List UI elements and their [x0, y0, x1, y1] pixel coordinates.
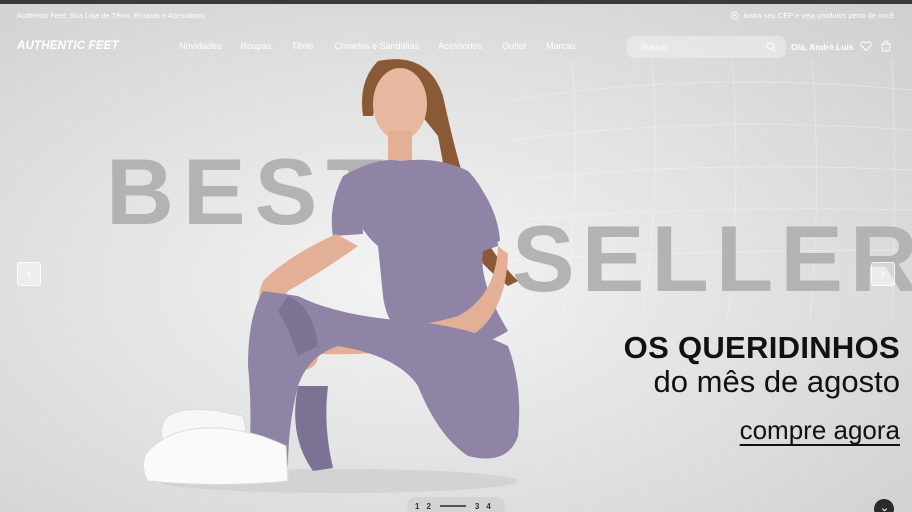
cep-text: Insira seu CEP e veja produtos perto de …: [743, 10, 894, 20]
shop-now-link[interactable]: compre agora: [740, 415, 900, 446]
main-nav: AUTHENTIC FEET Novidades Roupas Tênis Ch…: [0, 26, 912, 68]
nav-menu: Novidades Roupas Tênis Chinelos e Sandál…: [179, 41, 576, 51]
sellers-watermark: SELLERS: [512, 206, 912, 311]
location-pin-icon: [730, 10, 739, 20]
nav-item-outlet[interactable]: Outlet: [502, 41, 526, 51]
cep-link[interactable]: Insira seu CEP e veja produtos perto de …: [730, 11, 894, 20]
nav-item-chinelos[interactable]: Chinelos e Sandálias: [335, 41, 420, 51]
chevron-right-icon: [881, 270, 886, 278]
chevron-down-icon: [881, 507, 887, 512]
pager-active-bar: [439, 505, 466, 507]
user-greeting[interactable]: Olá, André Luis: [791, 42, 854, 52]
pager-dot-1[interactable]: 1: [415, 502, 419, 511]
heart-icon[interactable]: [860, 40, 872, 52]
nav-item-marcas[interactable]: Marcas: [546, 41, 576, 51]
prev-slide-button[interactable]: [17, 262, 41, 286]
pager-dot-3[interactable]: 3: [475, 502, 479, 511]
nav-item-acessorios[interactable]: Acessórios: [438, 41, 482, 51]
scroll-toggle-button[interactable]: [874, 499, 894, 512]
chevron-left-icon: [26, 270, 31, 278]
search-box: [627, 36, 786, 58]
announcement-bar: Authentic Feet: Sua Loja de Tênis, Roupa…: [0, 4, 912, 26]
search-input[interactable]: [641, 42, 766, 52]
hero-subline: do mês de agosto: [653, 364, 900, 399]
bag-icon[interactable]: 0: [880, 40, 892, 52]
slide-pager: 1 2 3 4: [407, 497, 505, 512]
site-logo[interactable]: AUTHENTIC FEET: [17, 40, 119, 52]
announcement-text: Authentic Feet: Sua Loja de Tênis, Roupa…: [17, 10, 205, 20]
model-photo: [142, 59, 520, 493]
svg-text:0: 0: [885, 46, 888, 51]
pager-dot-4[interactable]: 4: [486, 502, 490, 511]
pager-dot-2[interactable]: 2: [426, 502, 430, 511]
nav-item-tenis[interactable]: Tênis: [292, 41, 314, 51]
nav-item-novidades[interactable]: Novidades: [179, 41, 222, 51]
hero-banner[interactable]: BEST SELLERS OS QUERIDINHOS do mês de ag…: [0, 0, 912, 512]
hero-headline: OS QUERIDINHOS: [623, 330, 900, 365]
nav-item-roupas[interactable]: Roupas: [241, 41, 272, 51]
next-slide-button[interactable]: [871, 262, 895, 286]
search-icon[interactable]: [766, 42, 776, 52]
